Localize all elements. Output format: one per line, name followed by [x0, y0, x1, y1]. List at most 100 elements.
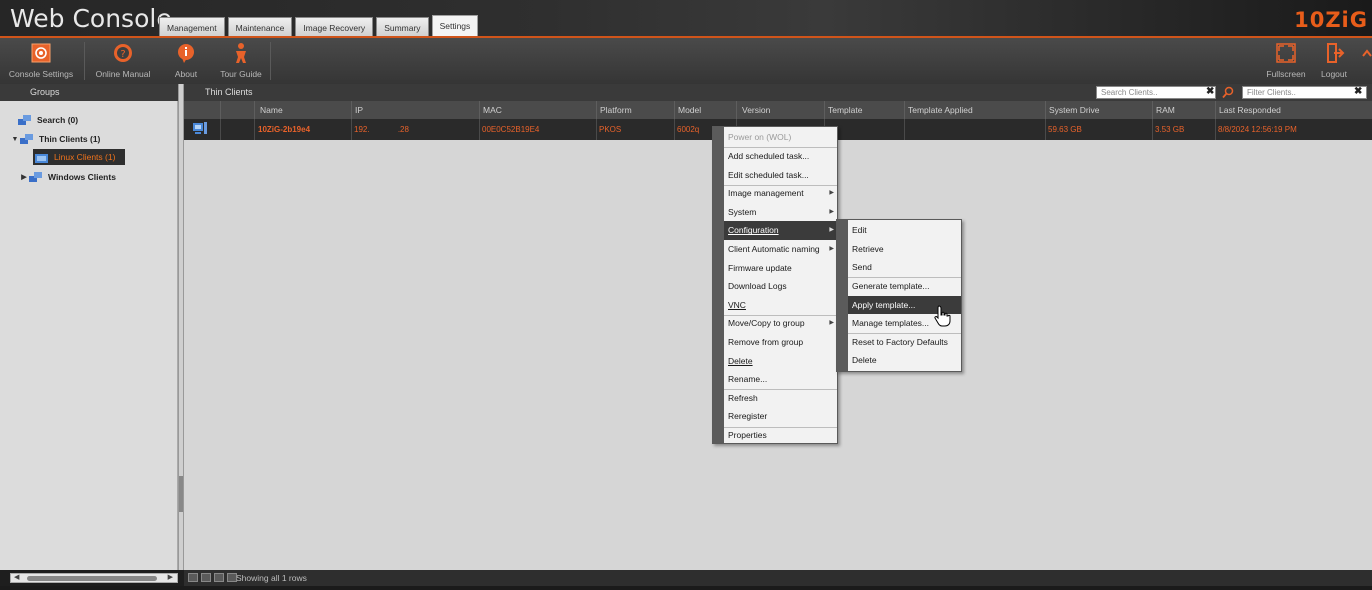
- submenu-arrow-icon: ▶: [829, 320, 834, 327]
- submenu-arrow-icon: ▶: [829, 190, 834, 197]
- clear-search-icon[interactable]: ✖: [1206, 86, 1214, 97]
- menu-system-label: System: [728, 206, 757, 217]
- menu-system[interactable]: System ▶: [724, 203, 837, 222]
- tree-item-windows-clients[interactable]: ▶ Windows Clients: [19, 169, 116, 185]
- tree-item-search[interactable]: Search (0): [18, 112, 78, 128]
- configuration-submenu: Edit Retrieve Send Generate template... …: [836, 219, 962, 372]
- menu-rename[interactable]: Rename...: [724, 370, 837, 389]
- menu-remove-from-group[interactable]: Remove from group: [724, 333, 837, 352]
- menu-firmware-update[interactable]: Firmware update: [724, 259, 837, 278]
- submenu-retrieve[interactable]: Retrieve: [848, 240, 961, 259]
- groups-horizontal-scrollbar[interactable]: ◀ ▶: [10, 573, 178, 583]
- menu-reregister[interactable]: Reregister: [724, 407, 837, 426]
- column-platform[interactable]: Platform: [596, 101, 674, 119]
- menu-vnc-label: VNC: [728, 299, 746, 310]
- rows-status-text: Showing all 1 rows: [236, 573, 307, 583]
- about-label: About: [174, 69, 198, 79]
- thin-client-device-icon: [193, 122, 207, 134]
- menu-gutter: [713, 127, 724, 443]
- clear-filter-icon[interactable]: ✖: [1354, 86, 1362, 97]
- menu-move-copy-to-group[interactable]: Move/Copy to group ▶: [724, 314, 837, 333]
- clients-header: Thin Clients Search Clients.. ✖ Filter C…: [184, 84, 1372, 101]
- menu-add-scheduled-task[interactable]: Add scheduled task...: [724, 147, 837, 166]
- search-group-icon: [18, 115, 31, 125]
- client-ram-cell: 3.53 GB: [1152, 119, 1215, 140]
- tree-item-linux-clients[interactable]: Linux Clients (1): [33, 149, 126, 165]
- tour-guide-label: Tour Guide: [220, 69, 262, 79]
- help-globe-icon: ?: [114, 44, 132, 62]
- settings-gear-icon: [31, 43, 51, 63]
- menu-properties[interactable]: Properties: [724, 426, 837, 445]
- fullscreen-label: Fullscreen: [1266, 69, 1306, 79]
- submenu-delete[interactable]: Delete: [848, 351, 961, 370]
- filter-clients-input[interactable]: Filter Clients..: [1242, 86, 1367, 99]
- scroll-right-arrow-icon[interactable]: ▶: [168, 573, 173, 581]
- collapsed-arrow-icon[interactable]: ▶: [19, 173, 29, 181]
- client-last-responded-cell: 8/8/2024 12:56:19 PM: [1215, 119, 1372, 140]
- console-settings-button[interactable]: Console Settings: [2, 38, 80, 84]
- expanded-arrow-icon[interactable]: ▼: [10, 136, 20, 143]
- column-model[interactable]: Model: [674, 101, 736, 119]
- tab-image-recovery[interactable]: Image Recovery: [295, 17, 374, 37]
- menu-configuration-label: Configuration: [728, 225, 779, 236]
- menu-edit-scheduled-task[interactable]: Edit scheduled task...: [724, 166, 837, 185]
- fullscreen-icon: [1276, 43, 1296, 63]
- submenu-send[interactable]: Send: [848, 258, 961, 277]
- column-ram[interactable]: RAM: [1152, 101, 1215, 119]
- previous-page-button[interactable]: [201, 573, 211, 582]
- column-mac[interactable]: MAC: [479, 101, 596, 119]
- tree-item-thin-clients[interactable]: ▼ Thin Clients (1): [10, 131, 100, 147]
- menu-delete[interactable]: Delete: [724, 352, 837, 371]
- about-button[interactable]: About: [170, 38, 202, 84]
- search-clients-input[interactable]: Search Clients..: [1096, 86, 1216, 99]
- logout-button[interactable]: Logout: [1316, 38, 1352, 84]
- submenu-edit[interactable]: Edit: [848, 221, 961, 240]
- filter-search-icon[interactable]: [1222, 86, 1234, 99]
- tree-item-search-label: Search (0): [37, 115, 79, 125]
- submenu-reset-factory-defaults[interactable]: Reset to Factory Defaults: [848, 333, 961, 352]
- row-status-cell: [220, 119, 254, 140]
- toolbar-divider: [270, 42, 271, 80]
- hand-pointer-cursor-icon: [934, 305, 951, 327]
- menu-refresh[interactable]: Refresh: [724, 389, 837, 408]
- menu-vnc[interactable]: VNC: [724, 296, 837, 315]
- menu-client-automatic-naming[interactable]: Client Automatic naming ▶: [724, 240, 837, 259]
- row-icon-cell: [184, 119, 220, 140]
- first-page-button[interactable]: [188, 573, 198, 582]
- menu-delete-label: Delete: [728, 355, 753, 366]
- column-last-responded[interactable]: Last Responded: [1215, 101, 1372, 119]
- submenu-generate-template[interactable]: Generate template...: [848, 277, 961, 296]
- next-page-button[interactable]: [214, 573, 224, 582]
- column-name[interactable]: Name: [254, 101, 351, 119]
- menu-image-management-label: Image management: [728, 188, 804, 199]
- chevron-up-icon[interactable]: [1362, 48, 1372, 60]
- brand-logo: 10ZiG: [1294, 8, 1368, 32]
- tree-item-thin-clients-label: Thin Clients (1): [39, 134, 101, 144]
- tab-maintenance[interactable]: Maintenance: [227, 17, 293, 37]
- menu-download-logs[interactable]: Download Logs: [724, 277, 837, 296]
- toolbar: Console Settings ? Online Manual About T…: [0, 38, 1372, 84]
- toolbar-divider: [84, 42, 85, 80]
- scrollbar-thumb[interactable]: [27, 576, 157, 581]
- column-ip[interactable]: IP: [351, 101, 479, 119]
- client-name-cell: 10ZiG-2b19e4: [254, 119, 351, 140]
- column-version[interactable]: Version: [736, 101, 824, 119]
- column-template[interactable]: Template: [824, 101, 904, 119]
- splitter-grip[interactable]: [179, 476, 183, 512]
- column-system-drive[interactable]: System Drive: [1045, 101, 1152, 119]
- online-manual-button[interactable]: ? Online Manual: [92, 38, 154, 84]
- client-context-menu: Power on (WOL) Add scheduled task... Edi…: [712, 126, 838, 444]
- menu-image-management[interactable]: Image management ▶: [724, 184, 837, 203]
- tree-item-linux-clients-label: Linux Clients (1): [54, 152, 116, 162]
- tab-management[interactable]: Management: [159, 17, 225, 37]
- tour-guide-button[interactable]: Tour Guide: [218, 38, 264, 84]
- menu-power-on-wol[interactable]: Power on (WOL): [724, 128, 837, 147]
- scroll-left-arrow-icon[interactable]: ◀: [14, 573, 19, 581]
- logout-icon: [1327, 43, 1345, 63]
- tab-settings[interactable]: Settings: [431, 15, 479, 37]
- ip-part-b: .28: [397, 125, 409, 134]
- menu-configuration[interactable]: Configuration ▶: [724, 221, 837, 240]
- column-template-applied[interactable]: Template Applied: [904, 101, 1045, 119]
- tab-summary[interactable]: Summary: [376, 17, 429, 37]
- fullscreen-button[interactable]: Fullscreen: [1264, 38, 1308, 84]
